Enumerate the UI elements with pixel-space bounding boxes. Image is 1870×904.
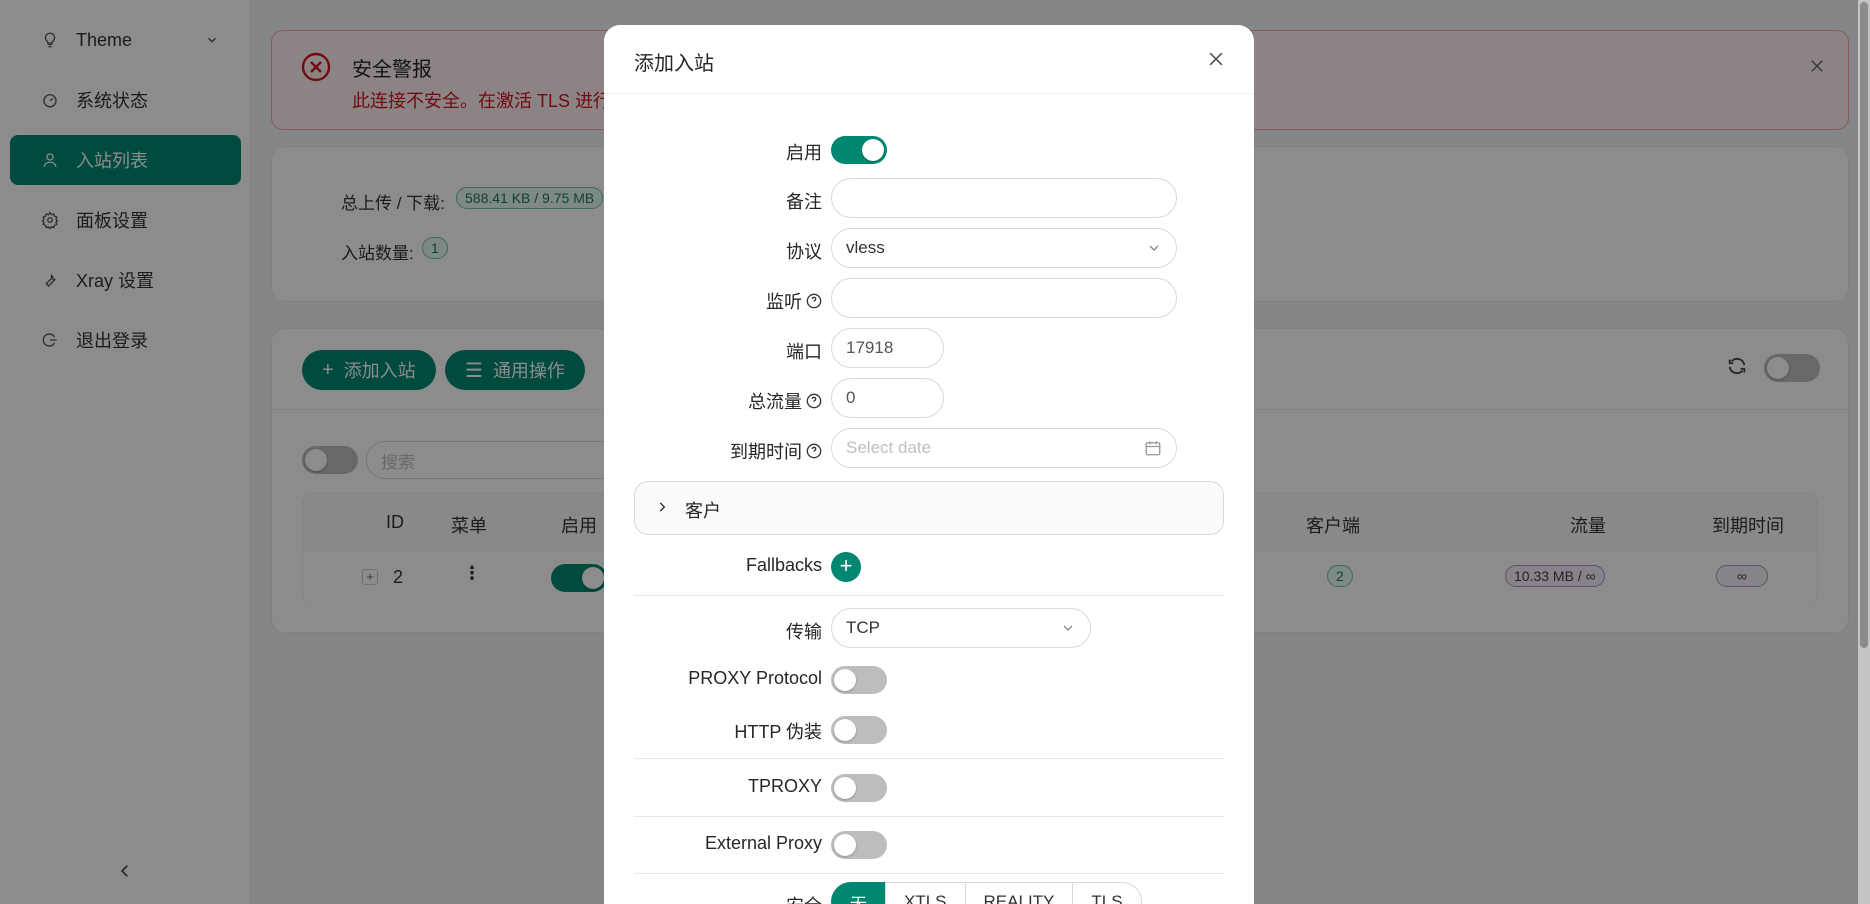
listen-input[interactable] <box>831 278 1177 318</box>
external-proxy-label: External Proxy <box>704 833 822 853</box>
close-icon[interactable] <box>1206 49 1228 71</box>
http-obfs-label: HTTP 伪装 <box>734 722 822 742</box>
security-label: 安全 <box>786 892 822 904</box>
modal-header: 添加入站 <box>604 25 1254 94</box>
divider <box>634 595 1224 596</box>
http-obfs-switch[interactable] <box>831 716 887 744</box>
protocol-select[interactable]: vless <box>831 228 1177 268</box>
remark-input[interactable] <box>831 178 1177 218</box>
tproxy-switch[interactable] <box>831 774 887 802</box>
protocol-label: 协议 <box>786 242 822 262</box>
question-icon[interactable] <box>806 443 822 459</box>
security-segmented: 无 XTLS REALITY TLS <box>831 882 1142 904</box>
total-traffic-label: 总流量 <box>748 388 822 414</box>
scrollbar-thumb[interactable] <box>1860 2 1868 648</box>
port-label: 端口 <box>786 342 822 362</box>
enable-label: 启用 <box>786 143 822 163</box>
modal-title: 添加入站 <box>634 53 714 75</box>
clients-title: 客户 <box>685 501 721 521</box>
proxy-protocol-switch[interactable] <box>831 666 887 694</box>
tproxy-label: TPROXY <box>747 776 822 796</box>
divider <box>634 758 1224 759</box>
add-inbound-modal: 添加入站 启用 备注 协议 vless 监听 端口 17918 总流量 0 到期… <box>604 25 1254 904</box>
security-option-none[interactable]: 无 <box>831 882 886 904</box>
total-traffic-input[interactable]: 0 <box>831 378 944 418</box>
page-scrollbar[interactable] <box>1858 0 1870 904</box>
remark-label: 备注 <box>786 192 822 212</box>
divider <box>634 816 1224 817</box>
security-option-reality[interactable]: REALITY <box>964 882 1074 904</box>
expiry-label: 到期时间 <box>730 438 822 464</box>
listen-label: 监听 <box>766 288 822 314</box>
chevron-down-icon <box>1146 240 1162 261</box>
calendar-icon <box>1144 439 1162 462</box>
fallbacks-label: Fallbacks <box>745 555 822 575</box>
expiry-date-picker[interactable]: Select date <box>831 428 1177 468</box>
clients-collapse[interactable]: 客户 <box>634 481 1224 535</box>
transport-label: 传输 <box>786 622 822 642</box>
security-option-tls[interactable]: TLS <box>1072 882 1142 904</box>
security-option-xtls[interactable]: XTLS <box>885 882 966 904</box>
question-icon[interactable] <box>806 393 822 409</box>
chevron-down-icon <box>1060 620 1076 641</box>
chevron-right-icon <box>655 500 669 519</box>
transport-select[interactable]: TCP <box>831 608 1091 648</box>
port-input[interactable]: 17918 <box>831 328 944 368</box>
question-icon[interactable] <box>806 293 822 309</box>
divider <box>634 873 1224 874</box>
proxy-protocol-label: PROXY Protocol <box>688 668 822 688</box>
enable-switch[interactable] <box>831 136 887 164</box>
add-fallback-button[interactable]: + <box>831 552 861 582</box>
external-proxy-switch[interactable] <box>831 831 887 859</box>
